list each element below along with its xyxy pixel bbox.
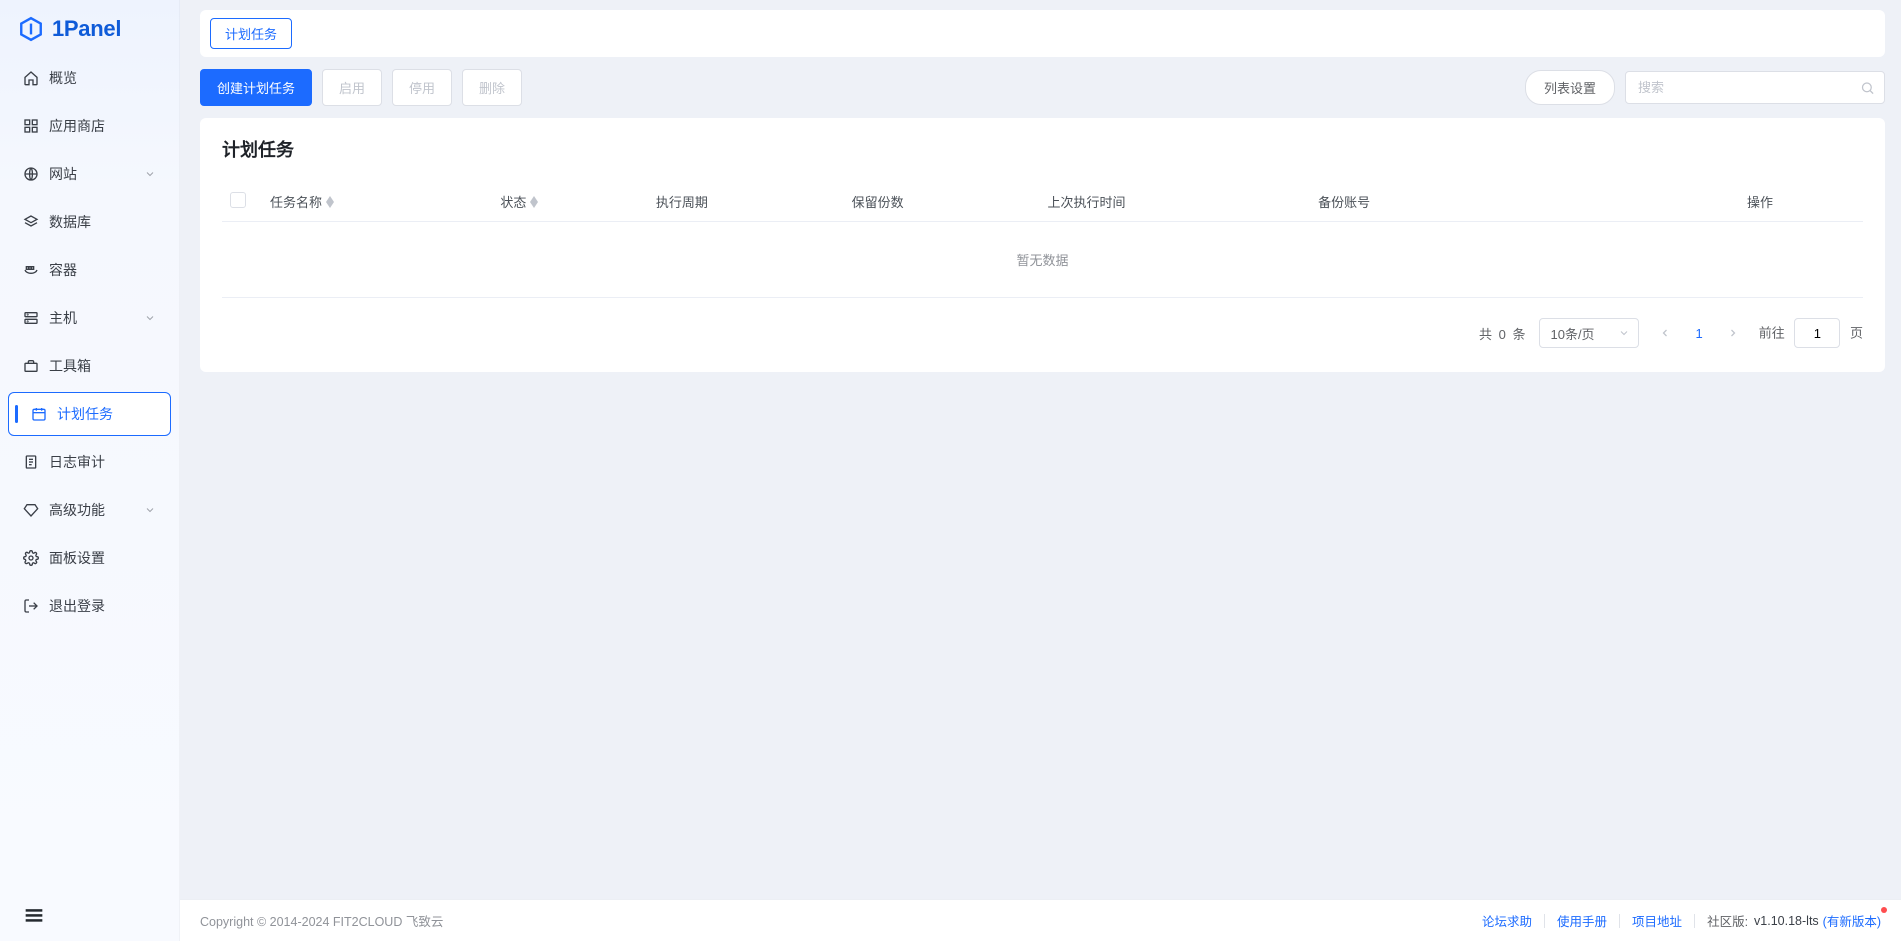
server-icon xyxy=(23,310,39,326)
col-actions: 操作 xyxy=(1506,182,1863,222)
grid-icon xyxy=(23,118,39,134)
globe-icon xyxy=(23,166,39,182)
sidebar-item-appstore[interactable]: 应用商店 xyxy=(8,104,171,148)
sidebar-item-label: 概览 xyxy=(49,68,77,88)
sidebar-item-database[interactable]: 数据库 xyxy=(8,200,171,244)
sidebar-item-label: 数据库 xyxy=(49,212,91,232)
footer: Copyright © 2014-2024 FIT2CLOUD 飞致云 论坛求助… xyxy=(180,899,1901,941)
sidebar-item-host[interactable]: 主机 xyxy=(8,296,171,340)
footer-link-manual[interactable]: 使用手册 xyxy=(1545,911,1619,930)
sidebar-item-logout[interactable]: 退出登录 xyxy=(8,584,171,628)
col-keep: 保留份数 xyxy=(844,182,1040,222)
footer-link-project[interactable]: 项目地址 xyxy=(1620,911,1694,930)
sidebar-item-label: 日志审计 xyxy=(49,452,105,472)
total-text: 共 0 条 xyxy=(1479,324,1526,343)
new-version-link[interactable]: (有新版本) xyxy=(1819,911,1881,930)
enable-button[interactable]: 启用 xyxy=(322,69,382,106)
chevron-down-icon xyxy=(144,504,156,516)
goto-label: 前往 页 xyxy=(1759,318,1863,348)
page-size-select[interactable]: 10条/页 xyxy=(1539,318,1639,348)
cron-table: 任务名称 状态 执行周期 保留份数 上次执行时间 备份账号 操作 暂无数据 xyxy=(222,182,1863,298)
tabs-bar: 计划任务 xyxy=(200,10,1885,57)
search-input[interactable] xyxy=(1625,71,1885,104)
search-wrap xyxy=(1625,71,1885,104)
prev-page-button[interactable] xyxy=(1653,323,1677,343)
sidebar-item-label: 面板设置 xyxy=(49,548,105,568)
sidebar-item-label: 主机 xyxy=(49,308,77,328)
main: 计划任务 创建计划任务 启用 停用 删除 列表设置 xyxy=(180,0,1901,941)
sort-icon xyxy=(530,196,538,208)
sidebar-item-website[interactable]: 网站 xyxy=(8,152,171,196)
sidebar-item-label: 网站 xyxy=(49,164,77,184)
brand-logo[interactable]: 1Panel xyxy=(0,0,179,56)
sidebar-item-label: 计划任务 xyxy=(57,404,113,424)
col-status[interactable]: 状态 xyxy=(492,182,648,222)
sidebar-item-cron[interactable]: 计划任务 xyxy=(8,392,171,436)
chevron-down-icon xyxy=(144,168,156,180)
sort-icon xyxy=(326,196,334,208)
logo-hexagon-icon xyxy=(18,16,44,42)
col-backup-account: 备份账号 xyxy=(1310,182,1506,222)
sidebar-item-settings[interactable]: 面板设置 xyxy=(8,536,171,580)
disable-button[interactable]: 停用 xyxy=(392,69,452,106)
tab-cron[interactable]: 计划任务 xyxy=(210,18,292,49)
chevron-down-icon xyxy=(144,312,156,324)
calendar-icon xyxy=(31,406,47,422)
sidebar-item-label: 退出登录 xyxy=(49,596,105,616)
delete-button[interactable]: 删除 xyxy=(462,69,522,106)
copyright: Copyright © 2014-2024 FIT2CLOUD 飞致云 xyxy=(200,911,443,930)
edition-label: 社区版: xyxy=(1695,911,1754,930)
sidebar-item-toolbox[interactable]: 工具箱 xyxy=(8,344,171,388)
diamond-icon xyxy=(23,502,39,518)
version-text: v1.10.18-lts xyxy=(1754,914,1819,928)
goto-page-input[interactable] xyxy=(1794,318,1840,348)
page-number[interactable]: 1 xyxy=(1691,326,1706,341)
sidebar-item-label: 应用商店 xyxy=(49,116,105,136)
home-icon xyxy=(23,70,39,86)
table-empty-row: 暂无数据 xyxy=(222,222,1863,298)
sidebar-item-container[interactable]: 容器 xyxy=(8,248,171,292)
sidebar-item-label: 高级功能 xyxy=(49,500,105,520)
container-icon xyxy=(23,262,39,278)
search-icon[interactable] xyxy=(1860,80,1875,95)
toolbar: 创建计划任务 启用 停用 删除 列表设置 xyxy=(200,69,1885,106)
logout-icon xyxy=(23,598,39,614)
sidebar-collapse-button[interactable] xyxy=(22,905,50,927)
card-title: 计划任务 xyxy=(222,136,1863,162)
sidebar-nav: 概览 应用商店 网站 数据库 容器 主机 xyxy=(0,56,179,891)
log-icon xyxy=(23,454,39,470)
sidebar-item-overview[interactable]: 概览 xyxy=(8,56,171,100)
col-cycle: 执行周期 xyxy=(648,182,844,222)
sidebar-item-advanced[interactable]: 高级功能 xyxy=(8,488,171,532)
footer-link-forum[interactable]: 论坛求助 xyxy=(1470,911,1544,930)
sidebar: 1Panel 概览 应用商店 网站 数据库 容器 xyxy=(0,0,180,941)
layers-icon xyxy=(23,214,39,230)
select-all-checkbox[interactable] xyxy=(230,192,246,208)
col-name[interactable]: 任务名称 xyxy=(262,182,492,222)
sidebar-item-label: 容器 xyxy=(49,260,77,280)
col-last-run: 上次执行时间 xyxy=(1039,182,1310,222)
sidebar-item-label: 工具箱 xyxy=(49,356,91,376)
card: 计划任务 任务名称 状态 执行周期 保留份数 上次执行时间 备份账号 操作 xyxy=(200,118,1885,372)
menu-icon xyxy=(22,905,46,925)
next-page-button[interactable] xyxy=(1721,323,1745,343)
create-cron-button[interactable]: 创建计划任务 xyxy=(200,69,312,106)
sidebar-item-logs[interactable]: 日志审计 xyxy=(8,440,171,484)
chevron-down-icon xyxy=(1618,327,1630,339)
brand-name: 1Panel xyxy=(52,16,121,42)
pagination: 共 0 条 10条/页 1 前往 页 xyxy=(222,318,1863,348)
gear-icon xyxy=(23,550,39,566)
toolbox-icon xyxy=(23,358,39,374)
list-settings-button[interactable]: 列表设置 xyxy=(1525,70,1615,105)
